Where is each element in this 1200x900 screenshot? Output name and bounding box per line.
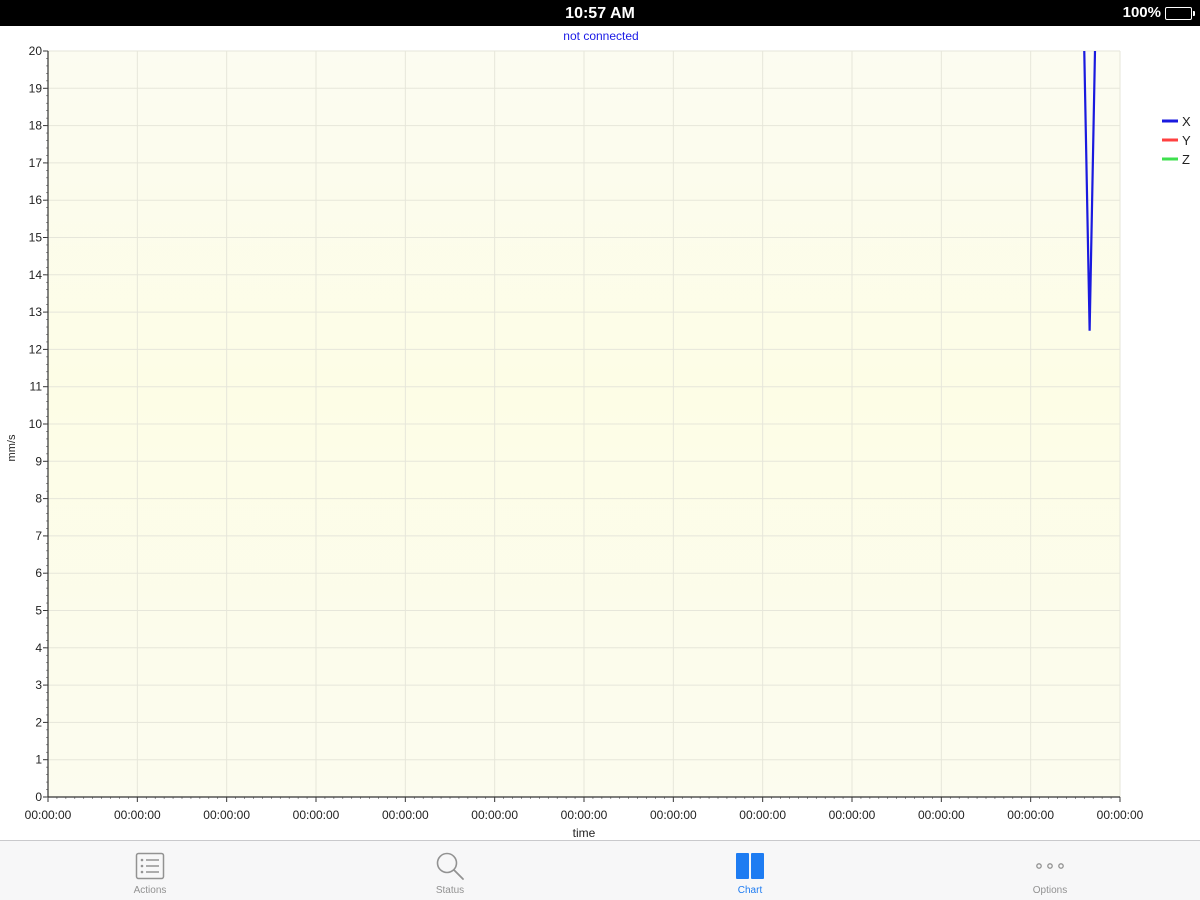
- connection-status: not connected: [563, 29, 638, 43]
- y-tick-label: 6: [35, 566, 42, 580]
- y-tick-label: 9: [35, 454, 42, 468]
- x-tick-label: 00:00:00: [25, 808, 72, 822]
- legend-label-x: X: [1182, 114, 1191, 129]
- legend: XYZ: [1162, 114, 1191, 167]
- battery-percentage: 100%: [1122, 4, 1161, 21]
- x-tick-label: 00:00:00: [1097, 808, 1144, 822]
- y-tick-label: 17: [29, 156, 43, 170]
- tab-chart[interactable]: Chart: [600, 841, 900, 900]
- book-icon: [734, 850, 766, 882]
- y-tick-label: 18: [29, 119, 43, 133]
- tab-options[interactable]: Options: [900, 841, 1200, 900]
- y-axis-label: mm/s: [6, 434, 18, 461]
- y-tick-label: 1: [35, 753, 42, 767]
- x-tick-label: 00:00:00: [918, 808, 965, 822]
- chart-panel[interactable]: not connected 0 1 2 3 4 5 6 7 8 9 10 11 12 13 14 15 16 17…: [0, 26, 1200, 840]
- x-tick-label: 00:00:00: [203, 808, 250, 822]
- y-tick-label: 5: [35, 604, 42, 618]
- y-tick-label: 8: [35, 492, 42, 506]
- x-tick-label: 00:00:00: [829, 808, 876, 822]
- battery-icon: [1165, 6, 1195, 20]
- search-icon: [434, 850, 466, 882]
- status-bar: 10:57 AM 100%: [0, 0, 1200, 26]
- tab-label: Options: [1032, 885, 1068, 896]
- y-tick-label: 13: [29, 305, 43, 319]
- x-tick-label: 00:00:00: [561, 808, 608, 822]
- x-tick-label: 00:00:00: [650, 808, 697, 822]
- y-tick-label: 12: [29, 342, 43, 356]
- y-tick-label: 14: [29, 268, 43, 282]
- tab-bar: Actions Status Chart Options: [0, 840, 1200, 900]
- y-tick-label: 7: [35, 529, 42, 543]
- x-tick-label: 00:00:00: [293, 808, 340, 822]
- battery-indicator: 100%: [1122, 0, 1195, 26]
- y-tick-label: 4: [35, 641, 42, 655]
- tab-status[interactable]: Status: [300, 841, 600, 900]
- x-axis-label: time: [573, 826, 596, 840]
- legend-label-z: Z: [1182, 152, 1190, 167]
- more-dots-icon: [1034, 850, 1066, 882]
- tab-label: Status: [435, 885, 465, 896]
- tab-label: Actions: [133, 885, 167, 896]
- list-icon: [134, 850, 166, 882]
- y-tick-label: 0: [35, 790, 42, 804]
- tab-label: Chart: [737, 885, 763, 896]
- legend-label-y: Y: [1182, 133, 1191, 148]
- y-tick-label: 16: [29, 193, 43, 207]
- y-tick-label: 3: [35, 678, 42, 692]
- vibration-chart[interactable]: not connected 01234567891011121314151617…: [0, 26, 1200, 840]
- x-tick-label: 00:00:00: [382, 808, 429, 822]
- x-tick-label: 00:00:00: [114, 808, 161, 822]
- y-tick-label: 15: [29, 231, 43, 245]
- y-tick-label: 19: [29, 81, 43, 95]
- y-tick-label: 11: [30, 380, 43, 394]
- y-tick-label: 10: [29, 417, 43, 431]
- tab-actions[interactable]: Actions: [0, 841, 300, 900]
- x-tick-label: 00:00:00: [471, 808, 518, 822]
- y-tick-label: 2: [35, 715, 42, 729]
- grid-lines: [48, 50, 1121, 797]
- x-tick-label: 00:00:00: [739, 808, 786, 822]
- y-tick-label: 20: [29, 44, 43, 58]
- status-time: 10:57 AM: [565, 5, 635, 22]
- x-tick-label: 00:00:00: [1007, 808, 1054, 822]
